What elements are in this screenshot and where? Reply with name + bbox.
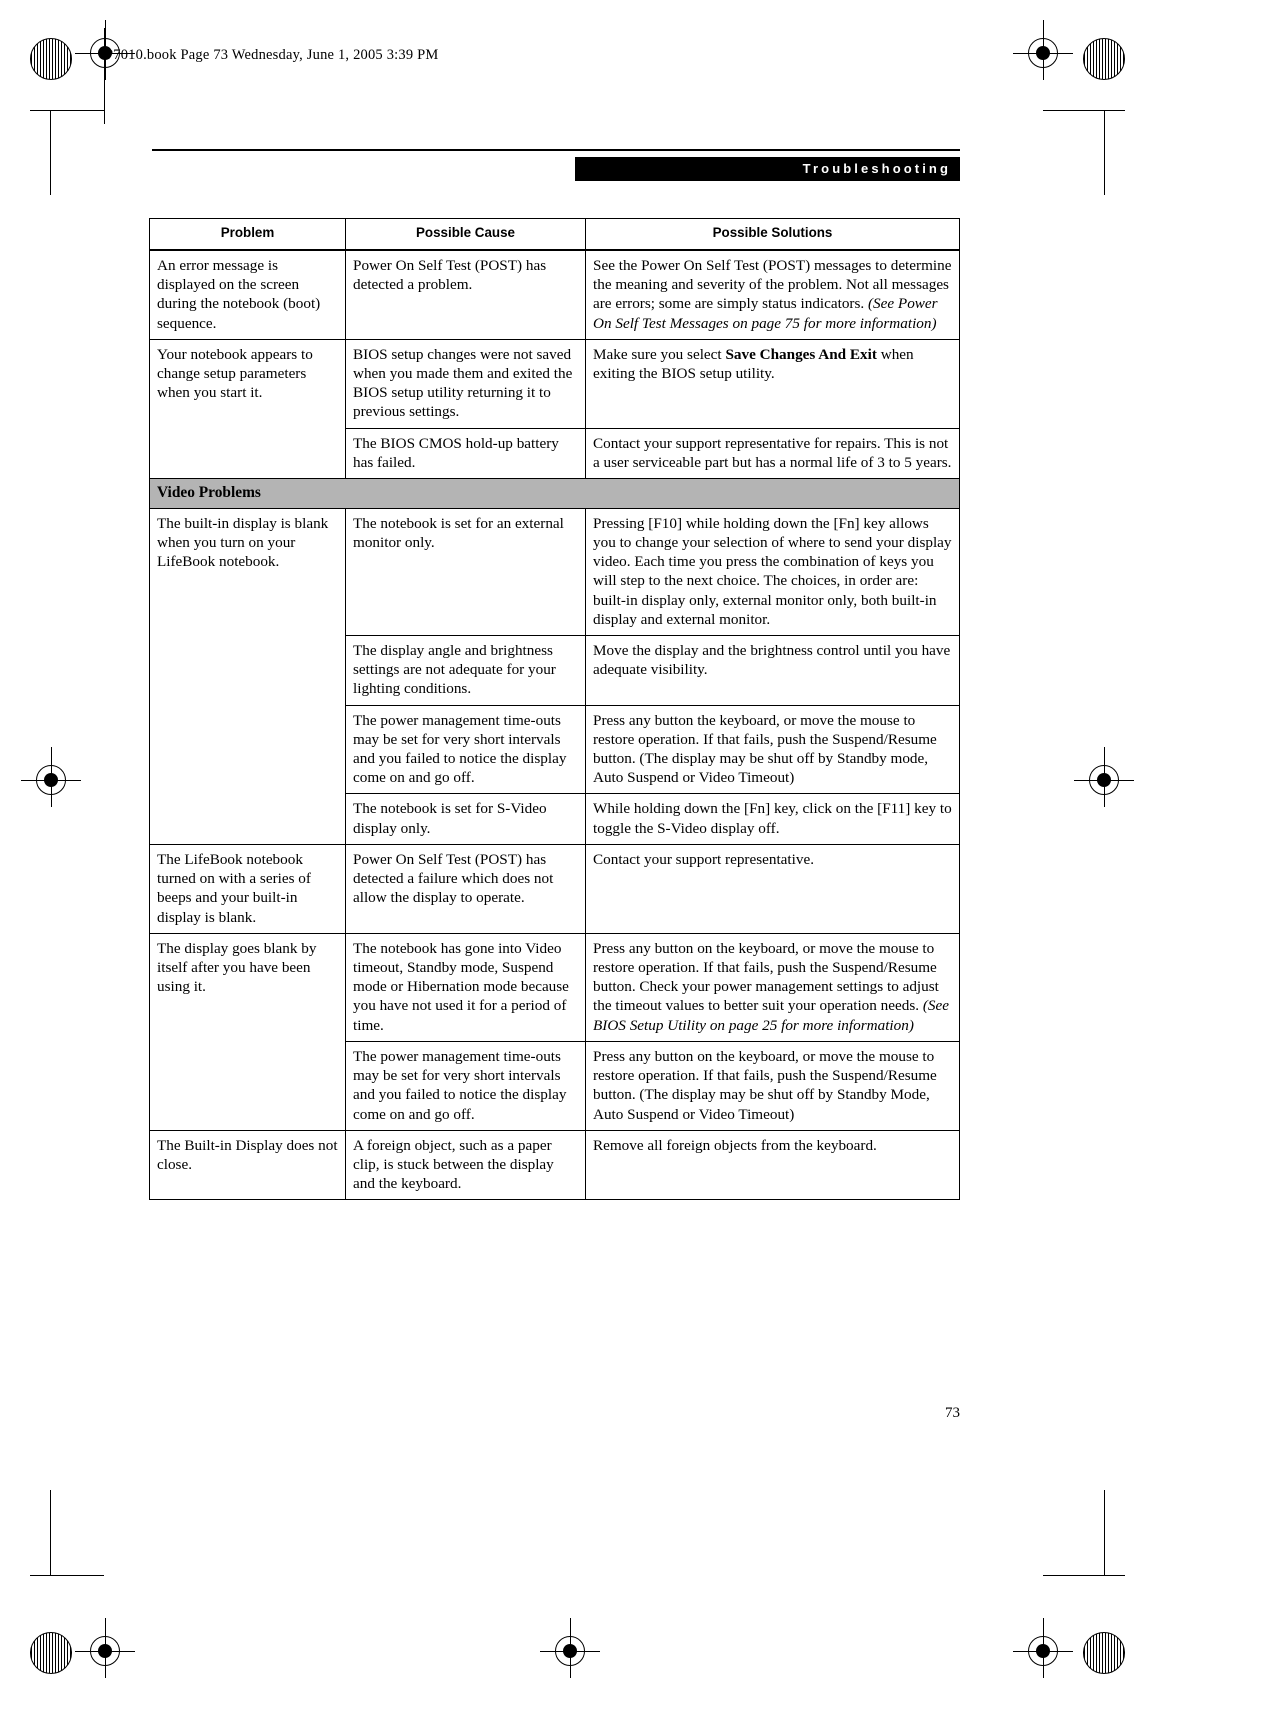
table-row: An error message is displayed on the scr… xyxy=(149,249,960,340)
cell-cause: The notebook is set for S-Video display … xyxy=(345,793,586,845)
solution-text-pre: Make sure you select xyxy=(593,345,726,363)
table-header-row: Problem Possible Cause Possible Solution… xyxy=(149,217,960,251)
trim-line-br-vert xyxy=(1104,1490,1105,1575)
trim-line-br-horz xyxy=(1043,1575,1125,1576)
cell-problem: The display goes blank by itself after y… xyxy=(149,932,346,1131)
cell-problem: The built-in display is blank when you t… xyxy=(149,507,346,845)
cell-solution: Contact your support representative. xyxy=(585,843,960,934)
cell-cause: Power On Self Test (POST) has detected a… xyxy=(345,843,586,934)
page-number: 73 xyxy=(945,1405,960,1421)
book-header-line: P7010.book Page 73 Wednesday, June 1, 20… xyxy=(105,47,439,63)
cell-cause: The power management time-outs may be se… xyxy=(345,1040,586,1131)
cell-cause: The BIOS CMOS hold-up battery has failed… xyxy=(345,427,586,480)
cell-cause: The power management time-outs may be se… xyxy=(345,704,586,795)
cell-problem: The LifeBook notebook turned on with a s… xyxy=(149,843,346,934)
chapter-rule xyxy=(152,149,960,151)
cell-solution: Press any button on the keyboard, or mov… xyxy=(585,932,960,1042)
trim-line-bl-vert xyxy=(50,1490,51,1575)
hatch-circle-top-left xyxy=(30,38,72,80)
trim-line-right-vert xyxy=(1104,110,1105,195)
cell-solution: Pressing [F10] while holding down the [F… xyxy=(585,507,960,636)
table-row: The LifeBook notebook turned on with a s… xyxy=(149,843,960,934)
cell-cause: A foreign object, such as a paper clip, … xyxy=(345,1129,586,1201)
cell-solution: Contact your support representative for … xyxy=(585,427,960,480)
solution-emphasis: Save Changes And Exit xyxy=(725,345,877,363)
column-header-problem: Problem xyxy=(149,217,346,251)
column-header-solution: Possible Solutions xyxy=(585,217,960,251)
cell-cause: BIOS setup changes were not saved when y… xyxy=(345,338,586,429)
cell-solution: See the Power On Self Test (POST) messag… xyxy=(585,249,960,340)
cell-cause: The notebook has gone into Video timeout… xyxy=(345,932,586,1042)
chapter-title: Troubleshooting xyxy=(575,157,960,181)
cell-problem: An error message is displayed on the scr… xyxy=(149,249,346,340)
cell-solution: While holding down the [Fn] key, click o… xyxy=(585,793,960,845)
section-header-row: Video Problems xyxy=(149,478,960,509)
hatch-circle-top-right xyxy=(1083,38,1125,80)
hatch-circle-bottom-left xyxy=(30,1632,72,1674)
table-row: The built-in display is blank when you t… xyxy=(149,507,960,845)
trim-line-left-horz xyxy=(30,110,104,111)
table-row: Your notebook appears to change setup pa… xyxy=(149,338,960,480)
cell-cause: The notebook is set for an external moni… xyxy=(345,507,586,636)
table-row: The display goes blank by itself after y… xyxy=(149,932,960,1131)
cell-solution: Press any button on the keyboard, or mov… xyxy=(585,1040,960,1131)
cell-solution: Make sure you select Save Changes And Ex… xyxy=(585,338,960,429)
section-label: Video Problems xyxy=(149,478,960,509)
table-row: The Built-in Display does not close. A f… xyxy=(149,1129,960,1201)
troubleshooting-table: Problem Possible Cause Possible Solution… xyxy=(149,217,960,1201)
cell-problem: The Built-in Display does not close. xyxy=(149,1129,346,1201)
cell-cause: Power On Self Test (POST) has detected a… xyxy=(345,249,586,340)
cell-problem: Your notebook appears to change setup pa… xyxy=(149,338,346,480)
trim-line-bl-horz xyxy=(30,1575,104,1576)
trim-line-left-top xyxy=(104,28,105,124)
cell-solution: Remove all foreign objects from the keyb… xyxy=(585,1129,960,1201)
trim-line-left-vert xyxy=(50,110,51,195)
cell-cause: The display angle and brightness setting… xyxy=(345,634,586,706)
cell-solution: Move the display and the brightness cont… xyxy=(585,634,960,706)
hatch-circle-bottom-right xyxy=(1083,1632,1125,1674)
solution-text: Press any button on the keyboard, or mov… xyxy=(593,939,939,1015)
cell-solution: Press any button the keyboard, or move t… xyxy=(585,704,960,795)
trim-line-right-horz xyxy=(1043,110,1125,111)
column-header-cause: Possible Cause xyxy=(345,217,586,251)
